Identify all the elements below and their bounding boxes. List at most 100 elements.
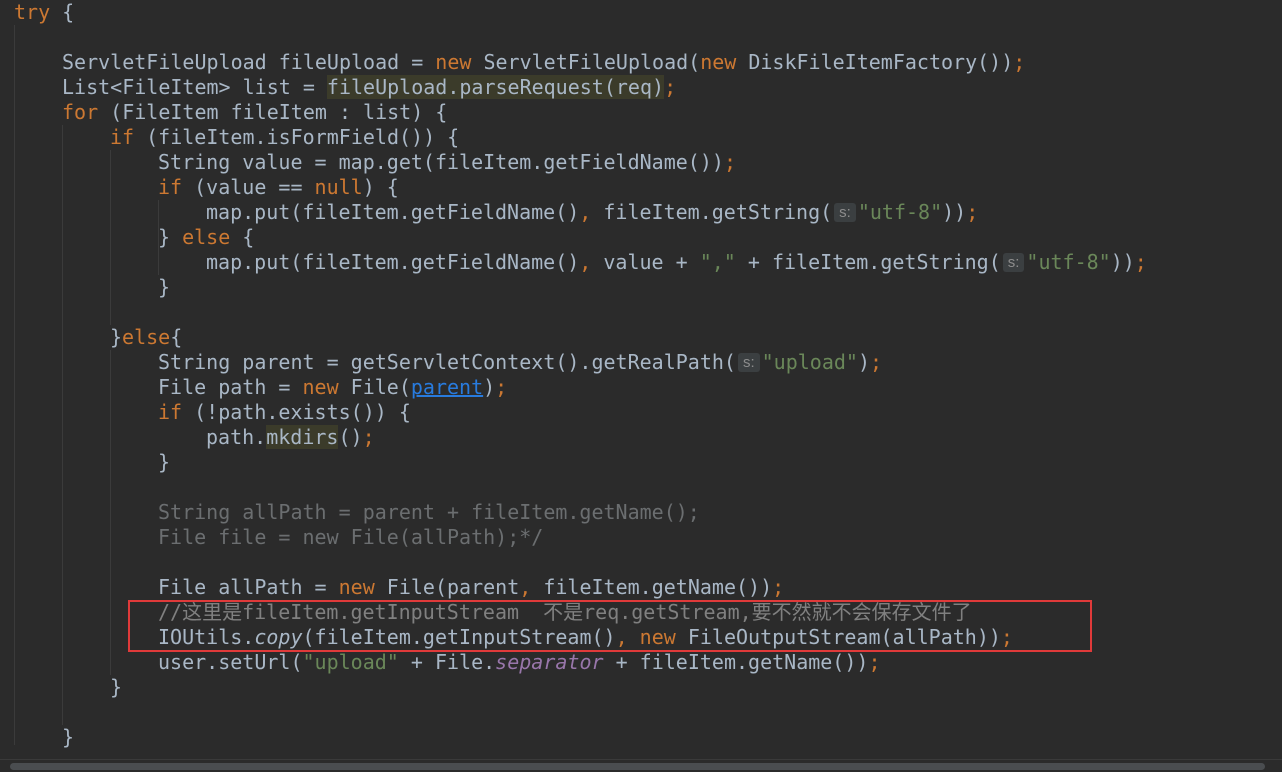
code-token: mkdirs bbox=[266, 425, 339, 449]
code-token: + fileItem.getString( bbox=[735, 250, 1001, 274]
code-token: ; bbox=[495, 375, 508, 399]
code-line[interactable]: } bbox=[158, 450, 170, 475]
code-token: ; bbox=[1134, 250, 1147, 274]
code-token: } bbox=[158, 275, 171, 299]
code-token: ; bbox=[664, 75, 677, 99]
code-token: value + bbox=[591, 250, 700, 274]
parameter-hint: s: bbox=[737, 353, 760, 372]
code-token: ) bbox=[857, 350, 871, 374]
code-token: separator bbox=[495, 650, 604, 674]
code-line[interactable]: path.mkdirs(); bbox=[206, 425, 375, 450]
indent-guide bbox=[14, 25, 15, 745]
code-token: new bbox=[302, 375, 339, 399]
code-token: DiskFileItemFactory()) bbox=[736, 50, 1014, 74]
code-token: , bbox=[579, 200, 592, 224]
code-line[interactable]: if (value == null) { bbox=[158, 175, 399, 200]
code-token: (value == bbox=[182, 175, 315, 199]
code-line[interactable]: user.setUrl("upload" + File.separator + … bbox=[158, 650, 880, 675]
code-token: new bbox=[435, 50, 472, 74]
code-token: , bbox=[579, 250, 592, 274]
code-token: ServletFileUpload fileUpload = bbox=[62, 50, 436, 74]
code-token: (fileItem.isFormField()) { bbox=[134, 125, 460, 149]
code-line[interactable]: String allPath = parent + fileItem.getNa… bbox=[158, 500, 700, 525]
parameter-hint: s: bbox=[1002, 253, 1025, 272]
code-line[interactable]: File allPath = new File(parent, fileItem… bbox=[158, 575, 784, 600]
horizontal-scrollbar[interactable] bbox=[0, 759, 1282, 772]
code-token: ; bbox=[723, 150, 736, 174]
code-token: null bbox=[314, 175, 363, 199]
code-token: map.put(fileItem.getFieldName() bbox=[206, 250, 580, 274]
code-line[interactable]: File file = new File(allPath);*/ bbox=[158, 525, 543, 550]
code-token: new bbox=[700, 50, 737, 74]
red-highlight-box bbox=[128, 600, 1092, 652]
code-token: ) { bbox=[362, 175, 399, 199]
code-token: String allPath = parent + fileItem.getNa… bbox=[158, 500, 700, 524]
code-token: () bbox=[338, 425, 363, 449]
code-token: )) bbox=[942, 200, 967, 224]
code-line[interactable]: List<FileItem> list = fileUpload.parseRe… bbox=[62, 75, 676, 100]
code-line[interactable]: if (fileItem.isFormField()) { bbox=[110, 125, 459, 150]
code-token: ; bbox=[1013, 50, 1026, 74]
code-line[interactable]: map.put(fileItem.getFieldName(), fileIte… bbox=[206, 200, 978, 225]
code-token: } bbox=[158, 450, 171, 474]
code-token: ; bbox=[966, 200, 979, 224]
scrollbar-thumb[interactable] bbox=[10, 763, 1265, 770]
code-token: + fileItem.getName()) bbox=[603, 650, 869, 674]
code-line[interactable]: } bbox=[158, 275, 170, 300]
indent-guide bbox=[158, 250, 159, 275]
code-token: + File. bbox=[398, 650, 496, 674]
code-line[interactable]: }else{ bbox=[110, 325, 182, 350]
code-token: for bbox=[62, 100, 99, 124]
code-token: "upload" bbox=[302, 650, 399, 674]
code-token: ; bbox=[362, 425, 375, 449]
code-token: } bbox=[110, 325, 123, 349]
code-token: fileUpload.parseRequest(req) bbox=[326, 75, 665, 99]
code-token: { bbox=[50, 0, 75, 24]
indent-guide bbox=[110, 150, 111, 325]
code-token: else bbox=[122, 325, 171, 349]
code-token: parent bbox=[410, 375, 484, 399]
code-token: } bbox=[158, 225, 183, 249]
code-token: String parent = getServletContext().getR… bbox=[158, 350, 736, 374]
code-token: if bbox=[110, 125, 135, 149]
code-token: ; bbox=[870, 350, 883, 374]
code-line[interactable]: } bbox=[62, 725, 74, 750]
code-token: "utf-8" bbox=[857, 200, 943, 224]
code-token: } bbox=[62, 725, 75, 749]
code-token: File file = new File(allPath);*/ bbox=[158, 525, 544, 549]
code-line[interactable]: try { bbox=[14, 0, 74, 25]
code-line[interactable]: for (FileItem fileItem : list) { bbox=[62, 100, 447, 125]
parameter-hint: s: bbox=[834, 203, 856, 222]
code-token: } bbox=[110, 675, 123, 699]
code-token: ServletFileUpload( bbox=[471, 50, 701, 74]
code-line[interactable]: File path = new File(parent); bbox=[158, 375, 507, 400]
code-line[interactable]: map.put(fileItem.getFieldName(), value +… bbox=[206, 250, 1147, 275]
indent-guide bbox=[62, 125, 63, 725]
code-token: { bbox=[170, 325, 183, 349]
code-line[interactable]: String value = map.get(fileItem.getField… bbox=[158, 150, 736, 175]
code-token: else bbox=[182, 225, 231, 249]
code-token: File(parent bbox=[374, 575, 520, 599]
code-line[interactable]: } else { bbox=[158, 225, 254, 250]
code-token: (FileItem fileItem : list) { bbox=[98, 100, 448, 124]
code-token: new bbox=[338, 575, 375, 599]
code-token: File allPath = bbox=[158, 575, 339, 599]
code-token: String value = map.get(fileItem.getField… bbox=[158, 150, 724, 174]
code-token: if bbox=[158, 175, 183, 199]
code-token: (!path.exists()) { bbox=[182, 400, 411, 424]
code-token: path. bbox=[206, 425, 267, 449]
code-token: fileItem.getName()) bbox=[531, 575, 773, 599]
code-token: "," bbox=[699, 250, 736, 274]
code-line[interactable]: } bbox=[110, 675, 122, 700]
code-line[interactable]: ServletFileUpload fileUpload = new Servl… bbox=[62, 50, 1025, 75]
code-token: try bbox=[14, 0, 51, 24]
code-editor[interactable]: try { ServletFileUpload fileUpload = new … bbox=[0, 0, 1282, 772]
code-token: , bbox=[519, 575, 532, 599]
code-line[interactable]: String parent = getServletContext().getR… bbox=[158, 350, 882, 375]
code-token: fileItem.getString( bbox=[591, 200, 833, 224]
code-token: user.setUrl( bbox=[158, 650, 303, 674]
indent-guide bbox=[110, 350, 111, 675]
code-line[interactable]: if (!path.exists()) { bbox=[158, 400, 411, 425]
code-token: ; bbox=[772, 575, 785, 599]
code-token: File( bbox=[338, 375, 411, 399]
